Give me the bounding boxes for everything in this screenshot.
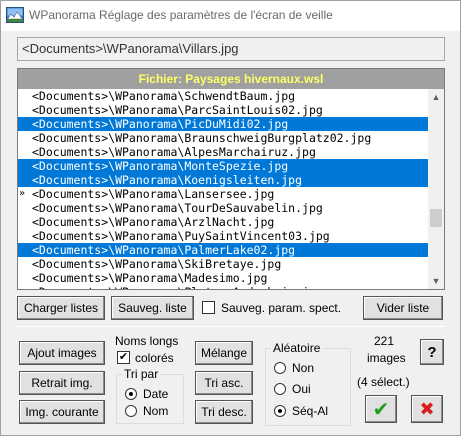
title-bar: WPanorama Réglage des paramètres de l'éc…: [1, 1, 460, 31]
image-list-rows[interactable]: <Documents>\WPanorama\SchwendtBaum.jpg <D…: [18, 89, 428, 289]
save-params-label: Sauveg. param. spect.: [221, 301, 342, 315]
list-item-text: <Documents>\WPanorama\Lansersee.jpg: [32, 187, 275, 201]
load-lists-button[interactable]: Charger listes: [17, 296, 105, 320]
list-item-text: <Documents>\WPanorama\PicDuMidi02.jpg: [32, 117, 289, 131]
current-image-path-field[interactable]: <Documents>\WPanorama\Villars.jpg: [17, 37, 445, 61]
list-item[interactable]: » <Documents>\WPanorama\Lansersee.jpg: [18, 187, 428, 201]
list-item-text: <Documents>\WPanorama\PlateauArdechois.j…: [32, 285, 323, 289]
settings-window: WPanorama Réglage des paramètres de l'éc…: [0, 0, 461, 436]
list-file-header: Fichier: Paysages hivernaux.wsl: [18, 69, 444, 89]
list-item[interactable]: <Documents>\WPanorama\ArzlNacht.jpg: [18, 215, 428, 229]
current-item-marker: »: [19, 188, 26, 199]
sort-date-label: Date: [143, 387, 169, 401]
list-item[interactable]: <Documents>\WPanorama\TourDeSauvabelin.j…: [18, 201, 428, 215]
sort-descending-button[interactable]: Tri desc.: [195, 400, 253, 424]
random-yes-label: Oui: [292, 382, 311, 396]
cancel-button[interactable]: ✖: [411, 395, 443, 423]
sort-ascending-button[interactable]: Tri asc.: [195, 371, 253, 395]
list-item-text: <Documents>\WPanorama\Madesimo.jpg: [32, 271, 268, 285]
current-image-button[interactable]: Img. courante: [19, 400, 105, 424]
colored-long-names-checkbox[interactable]: ✔: [117, 351, 130, 364]
long-names-label: Noms longs: [115, 334, 179, 348]
list-item-text: <Documents>\WPanorama\ParcSaintLouis02.j…: [32, 103, 323, 117]
ok-button[interactable]: ✔: [365, 395, 397, 423]
selected-count: (4 sélect.): [357, 375, 410, 389]
list-item[interactable]: <Documents>\WPanorama\AlpesMarchairuz.jp…: [18, 145, 428, 159]
list-item-text: <Documents>\WPanorama\SchwendtBaum.jpg: [32, 89, 296, 103]
list-item[interactable]: <Documents>\WPanorama\PlateauArdechois.j…: [18, 285, 428, 289]
image-count-label: images: [367, 351, 406, 365]
window-title: WPanorama Réglage des paramètres de l'éc…: [29, 8, 333, 22]
sort-by-legend: Tri par: [122, 367, 161, 381]
list-item[interactable]: <Documents>\WPanorama\Koenigsleiten.jpg: [18, 173, 428, 187]
list-item-text: <Documents>\WPanorama\TourDeSauvabelin.j…: [32, 201, 323, 215]
checkmark-icon: ✔: [372, 398, 390, 421]
sort-name-label: Nom: [143, 404, 169, 418]
random-sequential-radio[interactable]: [274, 405, 286, 417]
list-item[interactable]: <Documents>\WPanorama\BraunschweigBurgpl…: [18, 131, 428, 145]
remove-image-button[interactable]: Retrait img.: [19, 371, 105, 395]
random-legend: Aléatoire: [271, 341, 323, 355]
save-params-checkbox[interactable]: [202, 301, 215, 314]
shuffle-button[interactable]: Mélange: [195, 341, 253, 365]
sort-date-radio[interactable]: [125, 388, 137, 400]
list-item[interactable]: <Documents>\WPanorama\PuySaintVincent03.…: [18, 229, 428, 243]
sort-name-radio[interactable]: [125, 405, 137, 417]
list-item-text: <Documents>\WPanorama\SkiBretaye.jpg: [32, 257, 282, 271]
help-question-icon[interactable]: ?: [420, 339, 444, 365]
add-images-button[interactable]: Ajout images: [19, 341, 105, 365]
list-item[interactable]: <Documents>\WPanorama\Madesimo.jpg: [18, 271, 428, 285]
list-item[interactable]: <Documents>\WPanorama\SchwendtBaum.jpg: [18, 89, 428, 103]
list-item-text: <Documents>\WPanorama\PalmerLake02.jpg: [32, 243, 296, 257]
list-item[interactable]: <Documents>\WPanorama\MonteSpezie.jpg: [18, 159, 428, 173]
random-sequential-label: Séq-Al: [292, 404, 329, 418]
list-item-text: <Documents>\WPanorama\AlpesMarchairuz.jp…: [32, 145, 316, 159]
list-item-text: <Documents>\WPanorama\Koenigsleiten.jpg: [32, 173, 303, 187]
save-list-button[interactable]: Sauveg. liste: [111, 296, 194, 320]
list-item-text: <Documents>\WPanorama\ArzlNacht.jpg: [32, 215, 275, 229]
list-item[interactable]: <Documents>\WPanorama\PalmerLake02.jpg: [18, 243, 428, 257]
image-count: 221: [374, 334, 395, 348]
list-item[interactable]: <Documents>\WPanorama\ParcSaintLouis02.j…: [18, 103, 428, 117]
check-icon: ✔: [118, 351, 129, 363]
list-item-text: <Documents>\WPanorama\BraunschweigBurgpl…: [32, 131, 372, 145]
cross-icon: ✖: [419, 398, 435, 419]
image-list-box[interactable]: Fichier: Paysages hivernaux.wsl <Documen…: [17, 68, 445, 290]
scrollbar-thumb[interactable]: [430, 209, 442, 227]
list-vertical-scrollbar[interactable]: ▲ ▼: [428, 89, 444, 289]
list-item[interactable]: <Documents>\WPanorama\SkiBretaye.jpg: [18, 257, 428, 271]
list-item[interactable]: <Documents>\WPanorama\PicDuMidi02.jpg: [18, 117, 428, 131]
list-item-text: <Documents>\WPanorama\PuySaintVincent03.…: [32, 229, 330, 243]
scroll-down-arrow-icon[interactable]: ▼: [428, 273, 444, 289]
list-item-text: <Documents>\WPanorama\MonteSpezie.jpg: [32, 159, 289, 173]
panorama-app-icon: [6, 7, 24, 23]
random-no-radio[interactable]: [274, 362, 286, 374]
scroll-up-arrow-icon[interactable]: ▲: [428, 89, 444, 105]
random-no-label: Non: [292, 361, 315, 375]
colored-label: colorés: [135, 351, 174, 365]
random-yes-radio[interactable]: [274, 383, 286, 395]
clear-list-button[interactable]: Vider liste: [363, 296, 443, 320]
divider: [17, 326, 445, 327]
